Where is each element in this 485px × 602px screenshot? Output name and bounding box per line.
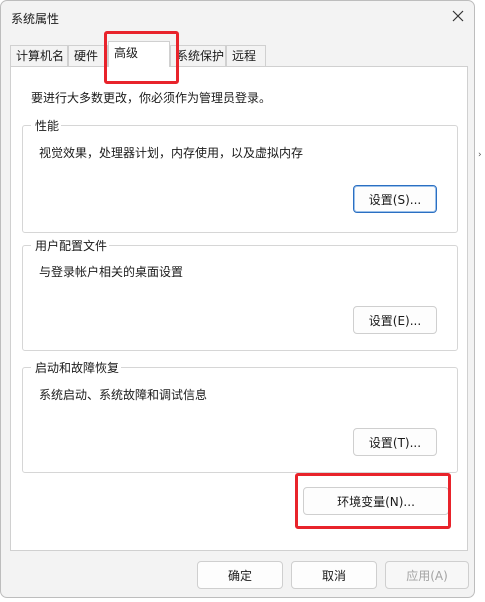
- performance-settings-button[interactable]: 设置(S)...: [353, 185, 437, 213]
- performance-description: 视觉效果，处理器计划，内存使用，以及虚拟内存: [39, 146, 304, 160]
- close-icon: [452, 10, 464, 22]
- tab-remote[interactable]: 远程: [226, 45, 266, 66]
- user-profiles-group-title: 用户配置文件: [31, 237, 110, 254]
- window-title: 系统属性: [11, 12, 60, 26]
- tab-hardware[interactable]: 硬件: [68, 45, 108, 66]
- admin-note: 要进行大多数更改，你必须作为管理员登录。: [31, 91, 272, 105]
- system-properties-window: 系统属性 计算机名 硬件 高级 系统保护 远程 要进行大多数更改，你必须作为管理…: [0, 0, 475, 598]
- background-edge: [476, 0, 485, 602]
- environment-variables-button[interactable]: 环境变量(N)...: [303, 487, 449, 515]
- user-profiles-group: 用户配置文件 与登录帐户相关的桌面设置 设置(E)...: [22, 237, 458, 351]
- title-bar[interactable]: 系统属性: [1, 1, 474, 35]
- user-profiles-description: 与登录帐户相关的桌面设置: [39, 265, 184, 279]
- startup-recovery-group: 启动和故障恢复 系统启动、系统故障和调试信息 设置(T)...: [22, 359, 458, 473]
- tab-system-protection[interactable]: 系统保护: [170, 45, 226, 66]
- advanced-tab-panel: 要进行大多数更改，你必须作为管理员登录。 性能 视觉效果，处理器计划，内存使用，…: [10, 66, 468, 551]
- performance-group: 性能 视觉效果，处理器计划，内存使用，以及虚拟内存 设置(S)...: [22, 117, 458, 233]
- tab-computer-name[interactable]: 计算机名: [10, 45, 68, 66]
- chevron-right-icon: ›: [478, 150, 482, 160]
- startup-recovery-group-title: 启动和故障恢复: [31, 359, 122, 376]
- startup-recovery-description: 系统启动、系统故障和调试信息: [39, 388, 208, 402]
- startup-recovery-settings-button[interactable]: 设置(T)...: [353, 428, 437, 456]
- close-button[interactable]: [446, 5, 470, 27]
- cancel-button[interactable]: 取消: [291, 561, 377, 589]
- apply-button[interactable]: 应用(A): [385, 561, 469, 589]
- ok-button[interactable]: 确定: [197, 561, 283, 589]
- performance-group-title: 性能: [31, 117, 62, 134]
- user-profiles-settings-button[interactable]: 设置(E)...: [353, 306, 437, 334]
- tab-advanced[interactable]: 高级: [108, 41, 170, 67]
